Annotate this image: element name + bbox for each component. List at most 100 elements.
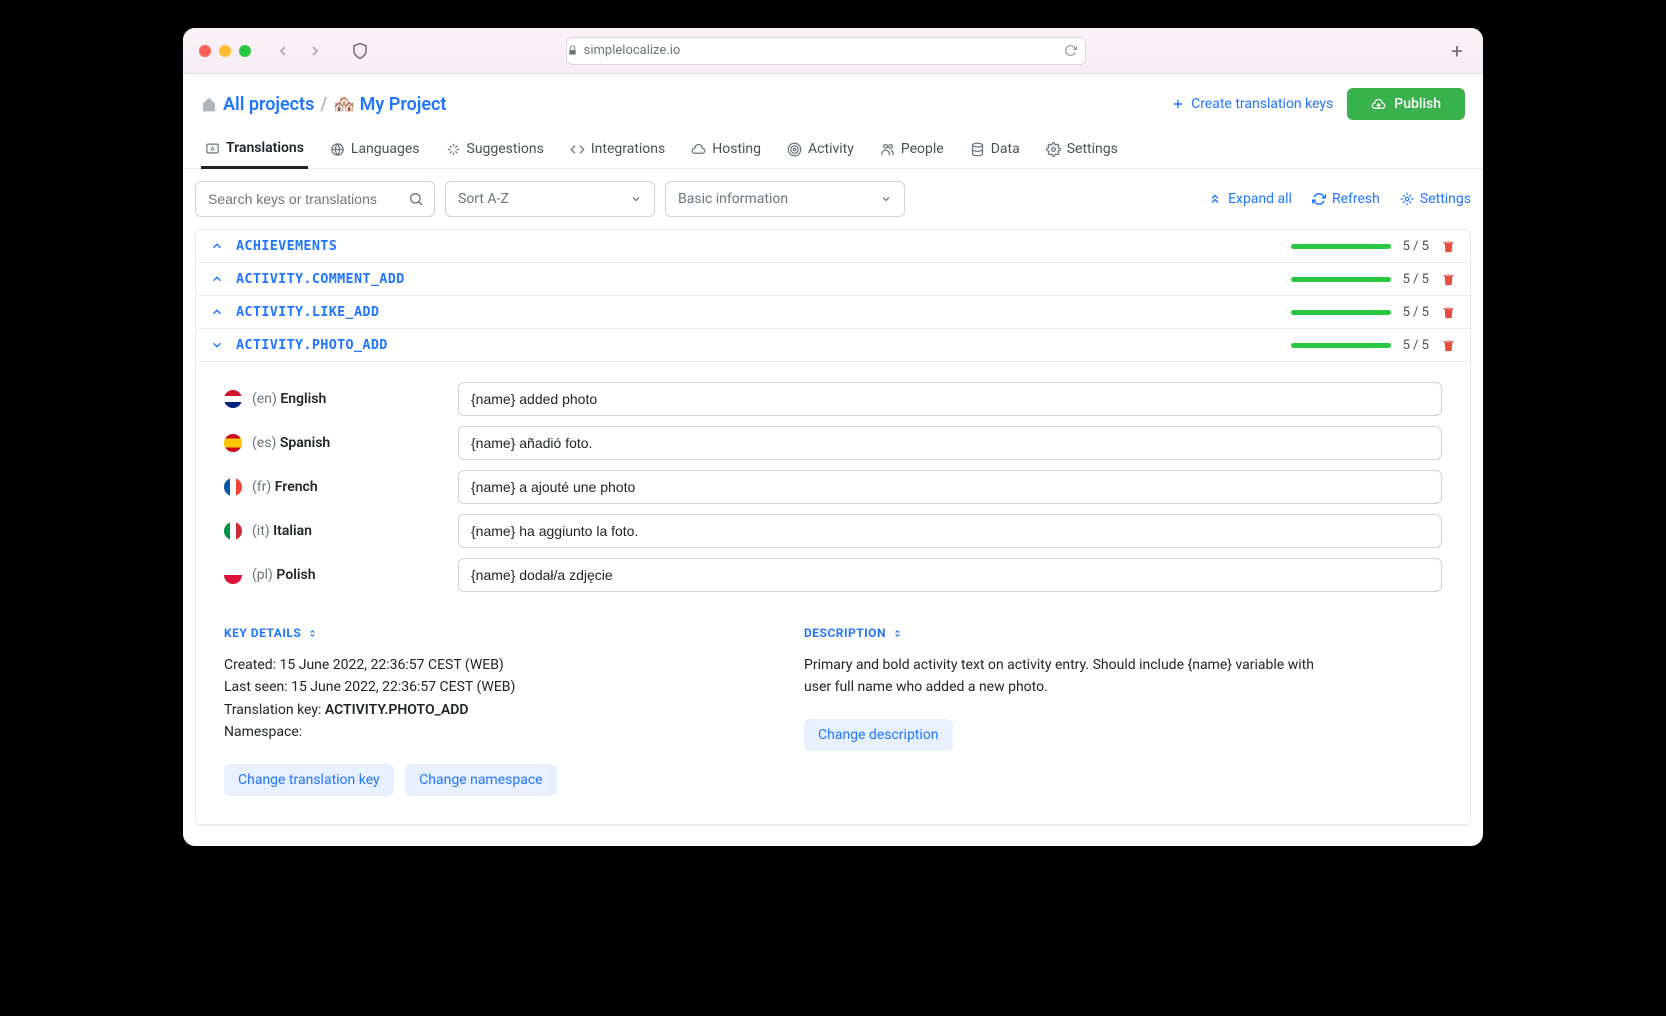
language-row: (pl) Polish <box>224 558 1442 592</box>
breadcrumb-separator: / <box>320 94 327 115</box>
refresh-button[interactable]: Refresh <box>1312 191 1380 207</box>
breadcrumb-all-projects[interactable]: All projects <box>223 94 314 115</box>
search-input[interactable] <box>208 191 422 207</box>
translation-input[interactable] <box>458 382 1442 416</box>
key-row[interactable]: ACHIEVEMENTS 5 / 5 <box>196 230 1470 263</box>
list-settings-button[interactable]: Settings <box>1400 191 1471 207</box>
sort-select[interactable]: Sort A-Z <box>445 181 655 217</box>
language-code: (it) <box>252 523 270 539</box>
tkey-line: Translation key: ACTIVITY.PHOTO_ADD <box>224 699 744 721</box>
chevron-up-icon <box>210 239 224 253</box>
key-name: ACTIVITY.PHOTO_ADD <box>236 337 388 353</box>
publish-button[interactable]: Publish <box>1347 88 1465 120</box>
url-text: simplelocalize.io <box>584 43 681 58</box>
project-emoji: 🏘️ <box>333 94 355 115</box>
filters-bar: Sort A-Z Basic information Expand all Re… <box>183 169 1483 229</box>
language-label: (es) Spanish <box>224 434 444 452</box>
language-code: (pl) <box>252 567 273 583</box>
refresh-icon <box>1312 192 1326 206</box>
tab-hosting[interactable]: Hosting <box>687 130 765 168</box>
translation-count: 5 / 5 <box>1403 272 1429 287</box>
breadcrumb-project[interactable]: 🏘️ My Project <box>333 94 446 115</box>
tab-activity[interactable]: Activity <box>783 130 858 168</box>
minimize-window-button[interactable] <box>219 45 231 57</box>
translate-icon: A <box>205 141 220 156</box>
progress-bar <box>1291 310 1391 315</box>
change-namespace-button[interactable]: Change namespace <box>405 764 556 796</box>
language-code: (es) <box>252 435 276 451</box>
sort-icon <box>892 628 903 639</box>
flag-icon <box>224 566 242 584</box>
flag-icon <box>224 434 242 452</box>
database-icon <box>970 142 985 157</box>
gear-icon <box>1046 142 1061 157</box>
forward-icon[interactable] <box>307 43 323 59</box>
shield-icon[interactable] <box>351 42 369 60</box>
tab-suggestions[interactable]: Suggestions <box>442 130 548 168</box>
main-tabs: A Translations Languages Suggestions Int… <box>183 130 1483 169</box>
tab-translations[interactable]: A Translations <box>201 130 308 169</box>
key-row[interactable]: ACTIVITY.COMMENT_ADD 5 / 5 <box>196 263 1470 296</box>
key-name: ACTIVITY.COMMENT_ADD <box>236 271 405 287</box>
tab-people[interactable]: People <box>876 130 948 168</box>
language-name: English <box>280 391 326 407</box>
language-row: (fr) French <box>224 470 1442 504</box>
new-tab-button[interactable]: + <box>1447 39 1467 63</box>
trash-icon[interactable] <box>1441 338 1456 353</box>
tab-integrations[interactable]: Integrations <box>566 130 669 168</box>
section-title-key-details[interactable]: KEY DETAILS <box>224 626 744 640</box>
url-bar[interactable]: simplelocalize.io <box>566 37 1086 65</box>
tab-data[interactable]: Data <box>966 130 1024 168</box>
language-code: (fr) <box>252 479 271 495</box>
trash-icon[interactable] <box>1441 272 1456 287</box>
key-row[interactable]: ACTIVITY.LIKE_ADD 5 / 5 <box>196 296 1470 329</box>
reload-icon[interactable] <box>1064 44 1077 57</box>
lastseen-line: Last seen: 15 June 2022, 22:36:57 CEST (… <box>224 676 744 698</box>
chevron-up-icon <box>210 272 224 286</box>
key-details-section: KEY DETAILS Created: 15 June 2022, 22:36… <box>224 626 744 796</box>
language-label: (pl) Polish <box>224 566 444 584</box>
nav-arrows <box>275 43 323 59</box>
translation-input[interactable] <box>458 470 1442 504</box>
page-header: All projects / 🏘️ My Project Create tran… <box>183 74 1483 130</box>
change-key-button[interactable]: Change translation key <box>224 764 394 796</box>
expand-all-button[interactable]: Expand all <box>1208 191 1292 207</box>
translation-input[interactable] <box>458 514 1442 548</box>
key-row[interactable]: ACTIVITY.PHOTO_ADD 5 / 5 <box>196 329 1470 362</box>
back-icon[interactable] <box>275 43 291 59</box>
flag-icon <box>224 522 242 540</box>
created-line: Created: 15 June 2022, 22:36:57 CEST (WE… <box>224 654 744 676</box>
language-name: Spanish <box>280 435 330 451</box>
change-description-button[interactable]: Change description <box>804 719 953 751</box>
key-list: ACHIEVEMENTS 5 / 5 ACTIVITY.COMMENT_ADD … <box>195 229 1471 826</box>
maximize-window-button[interactable] <box>239 45 251 57</box>
translation-input[interactable] <box>458 558 1442 592</box>
svg-text:A: A <box>210 145 215 153</box>
cloud-upload-icon <box>1371 97 1386 112</box>
tab-languages[interactable]: Languages <box>326 130 424 168</box>
trash-icon[interactable] <box>1441 239 1456 254</box>
key-name: ACTIVITY.LIKE_ADD <box>236 304 379 320</box>
language-row: (en) English <box>224 382 1442 416</box>
trash-icon[interactable] <box>1441 305 1456 320</box>
search-input-wrapper <box>195 181 435 217</box>
flag-icon <box>224 478 242 496</box>
translation-input[interactable] <box>458 426 1442 460</box>
close-window-button[interactable] <box>199 45 211 57</box>
chevron-down-icon <box>630 193 642 205</box>
namespace-line: Namespace: <box>224 721 744 743</box>
chevron-up-icon <box>210 305 224 319</box>
home-icon <box>201 96 217 112</box>
browser-window: simplelocalize.io + All projects / 🏘️ My… <box>183 28 1483 846</box>
language-name: Italian <box>273 523 312 539</box>
language-code: (en) <box>252 391 277 407</box>
info-select[interactable]: Basic information <box>665 181 905 217</box>
create-keys-button[interactable]: Create translation keys <box>1171 96 1333 112</box>
description-section: DESCRIPTION Primary and bold activity te… <box>804 626 1324 796</box>
language-label: (it) Italian <box>224 522 444 540</box>
translation-count: 5 / 5 <box>1403 338 1429 353</box>
tab-settings[interactable]: Settings <box>1042 130 1122 168</box>
sort-icon <box>307 628 318 639</box>
key-expanded-panel: (en) English (es) Spanish (fr) French <box>196 362 1470 825</box>
section-title-description[interactable]: DESCRIPTION <box>804 626 1324 640</box>
